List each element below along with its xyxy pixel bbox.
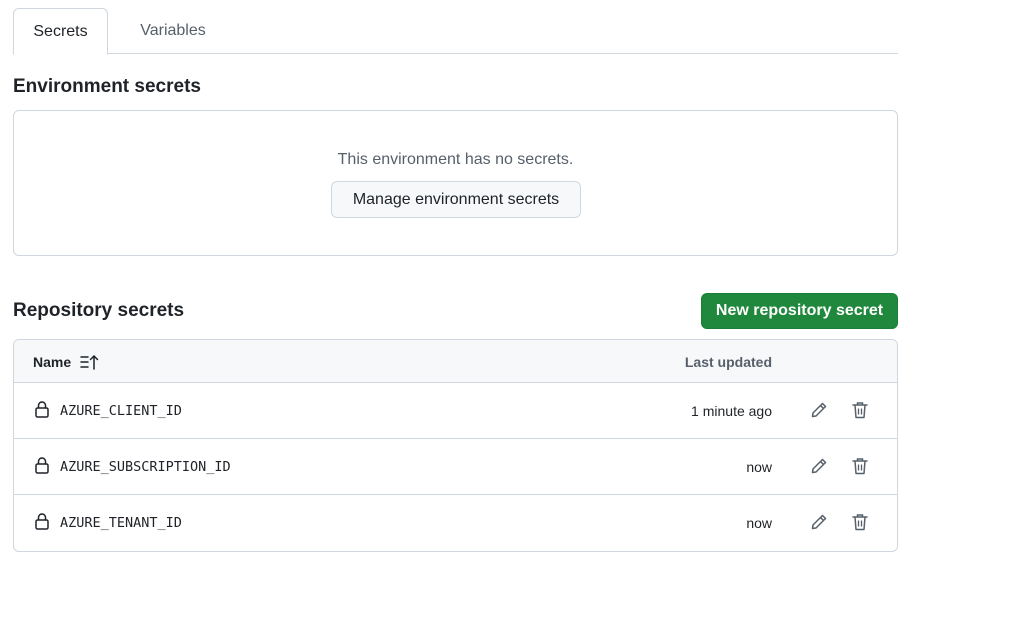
- last-updated-column-header: Last updated: [684, 354, 772, 370]
- secret-last-updated: now: [746, 459, 772, 475]
- environment-secrets-heading: Environment secrets: [13, 76, 201, 97]
- environment-secrets-panel: This environment has no secrets. Manage …: [13, 110, 898, 256]
- empty-state-message: This environment has no secrets.: [337, 151, 574, 168]
- secret-last-updated: now: [746, 515, 772, 531]
- lock-icon: [35, 457, 49, 474]
- pencil-icon[interactable]: [810, 457, 828, 475]
- pencil-icon[interactable]: [810, 401, 828, 419]
- tab-secrets[interactable]: Secrets: [13, 8, 108, 55]
- trash-icon[interactable]: [852, 513, 868, 531]
- sort-ascending-icon[interactable]: [80, 354, 100, 370]
- secret-last-updated: 1 minute ago: [691, 403, 772, 419]
- table-header: Name Last updated: [14, 340, 897, 383]
- secrets-page: Secrets Variables Environment secrets Th…: [0, 0, 1024, 641]
- lock-icon: [35, 401, 49, 418]
- pencil-icon[interactable]: [810, 513, 828, 531]
- name-column-header: Name: [33, 354, 72, 370]
- trash-icon[interactable]: [852, 457, 868, 475]
- table-row: AZURE_SUBSCRIPTION_ID now: [14, 439, 897, 495]
- trash-icon[interactable]: [852, 401, 868, 419]
- table-row: AZURE_CLIENT_ID 1 minute ago: [14, 383, 897, 439]
- table-row: AZURE_TENANT_ID now: [14, 495, 897, 551]
- new-repository-secret-button[interactable]: New repository secret: [701, 293, 898, 329]
- tab-bar: Secrets Variables: [13, 8, 898, 55]
- tab-variables[interactable]: Variables: [123, 8, 223, 54]
- secret-name: AZURE_TENANT_ID: [60, 515, 182, 531]
- secret-name: AZURE_CLIENT_ID: [60, 403, 182, 419]
- lock-icon: [35, 513, 49, 530]
- repository-secrets-heading: Repository secrets: [13, 300, 185, 321]
- repository-secrets-table: Name Last updated AZURE_CLIENT_ID 1 minu…: [13, 339, 898, 552]
- manage-environment-secrets-button[interactable]: Manage environment secrets: [331, 181, 581, 218]
- secret-name: AZURE_SUBSCRIPTION_ID: [60, 459, 231, 475]
